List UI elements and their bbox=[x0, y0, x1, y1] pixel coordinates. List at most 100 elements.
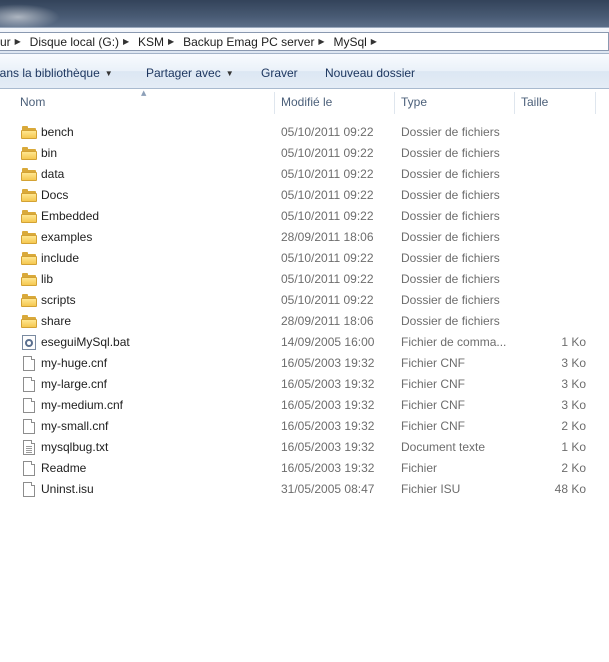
file-row[interactable]: lib 05/10/2011 09:22 Dossier de fichiers bbox=[0, 269, 609, 290]
breadcrumb-item-drive[interactable]: Disque local (G:) ▶ bbox=[30, 33, 138, 50]
folder-icon bbox=[21, 251, 37, 266]
file-row[interactable]: bench 05/10/2011 09:22 Dossier de fichiers bbox=[0, 122, 609, 143]
file-modified-date: 05/10/2011 09:22 bbox=[281, 167, 374, 181]
new-folder-button[interactable]: Nouveau dossier bbox=[325, 66, 415, 80]
file-name: mysqlbug.txt bbox=[41, 440, 109, 454]
file-row[interactable]: eseguiMySql.bat 14/09/2005 16:00 Fichier d… bbox=[0, 332, 609, 353]
file-row[interactable]: data 05/10/2011 09:22 Dossier de fichiers bbox=[0, 164, 609, 185]
folder-icon bbox=[21, 293, 37, 308]
file-modified-date: 16/05/2003 19:32 bbox=[281, 356, 375, 370]
file-type: Fichier CNF bbox=[401, 356, 466, 370]
file-name: my-small.cnf bbox=[41, 419, 109, 433]
file-type: Document texte bbox=[401, 440, 486, 454]
file-row[interactable]: examples 28/09/2011 18:06 Dossier de fichi… bbox=[0, 227, 609, 248]
column-divider[interactable] bbox=[595, 92, 596, 114]
file-modified-date: 16/05/2003 19:32 bbox=[281, 440, 375, 454]
column-name-header[interactable]: Nom bbox=[14, 89, 274, 116]
command-bar: lans la bibliothèque ▼ Partager avec ▼ Gra… bbox=[0, 54, 609, 89]
file-type: Fichier bbox=[401, 461, 438, 475]
file-name: examples bbox=[41, 230, 93, 244]
file-type: Dossier de fichiers bbox=[401, 188, 500, 202]
dropdown-arrow-icon: ▼ bbox=[225, 69, 234, 78]
breadcrumb-item-computer[interactable]: ur ▶ bbox=[0, 33, 30, 50]
file-modified-date: 16/05/2003 19:32 bbox=[281, 461, 375, 475]
chevron-right-icon[interactable]: ▶ bbox=[367, 37, 381, 46]
chevron-right-icon[interactable]: ▶ bbox=[164, 37, 178, 46]
file-name: my-huge.cnf bbox=[41, 356, 108, 370]
folder-icon bbox=[21, 314, 37, 329]
file-type: Fichier de comma... bbox=[401, 335, 507, 349]
breadcrumb-item-backup[interactable]: Backup Emag PC server ▶ bbox=[183, 33, 333, 50]
file-modified-date: 16/05/2003 19:32 bbox=[281, 419, 375, 433]
file-modified-date: 31/05/2005 08:47 bbox=[281, 482, 375, 496]
breadcrumb-label: Disque local (G:) bbox=[29, 34, 120, 49]
file-name: Embedded bbox=[41, 209, 100, 223]
file-row[interactable]: include 05/10/2011 09:22 Dossier de fichie… bbox=[0, 248, 609, 269]
burn-button[interactable]: Graver bbox=[261, 66, 298, 80]
file-row[interactable]: my-huge.cnf 16/05/2003 19:32 Fichier CNF 3 … bbox=[0, 353, 609, 374]
document-icon bbox=[21, 398, 37, 413]
file-name: Readme bbox=[41, 461, 87, 475]
file-size: 48 Ko bbox=[554, 482, 586, 496]
file-modified-date: 05/10/2011 09:22 bbox=[281, 188, 374, 202]
breadcrumb-item-ksm[interactable]: KSM ▶ bbox=[138, 33, 183, 50]
column-modified-header[interactable]: Modifié le bbox=[275, 89, 394, 116]
column-type-header[interactable]: Type bbox=[395, 89, 514, 116]
folder-icon bbox=[21, 209, 37, 224]
file-type: Dossier de fichiers bbox=[401, 230, 500, 244]
file-type: Dossier de fichiers bbox=[401, 146, 500, 160]
file-type: Dossier de fichiers bbox=[401, 314, 500, 328]
document-icon bbox=[21, 377, 37, 392]
text-document-icon bbox=[21, 440, 37, 455]
file-name: include bbox=[41, 251, 80, 265]
file-row[interactable]: scripts 05/10/2011 09:22 Dossier de fichie… bbox=[0, 290, 609, 311]
dropdown-arrow-icon: ▼ bbox=[104, 69, 113, 78]
file-type: Dossier de fichiers bbox=[401, 272, 500, 286]
folder-icon bbox=[21, 230, 37, 245]
file-modified-date: 16/05/2003 19:32 bbox=[281, 377, 375, 391]
file-type: Dossier de fichiers bbox=[401, 251, 500, 265]
column-size-header[interactable]: Taille bbox=[515, 89, 595, 116]
file-type: Fichier ISU bbox=[401, 482, 461, 496]
address-bar[interactable]: ur ▶ Disque local (G:) ▶ KSM ▶ Backup Em… bbox=[0, 27, 609, 54]
breadcrumb-item-mysql[interactable]: MySql ▶ bbox=[333, 33, 385, 50]
file-row[interactable]: mysqlbug.txt 16/05/2003 19:32 Document tex… bbox=[0, 437, 609, 458]
file-size: 1 Ko bbox=[561, 335, 586, 349]
document-icon bbox=[21, 356, 37, 371]
breadcrumb[interactable]: ur ▶ Disque local (G:) ▶ KSM ▶ Backup Em… bbox=[0, 32, 609, 51]
file-row[interactable]: my-small.cnf 16/05/2003 19:32 Fichier CNF 2… bbox=[0, 416, 609, 437]
file-name: share bbox=[41, 314, 72, 328]
file-name: my-medium.cnf bbox=[41, 398, 124, 412]
file-list: bench 05/10/2011 09:22 Dossier de fichiers… bbox=[0, 122, 609, 500]
file-type: Fichier CNF bbox=[401, 419, 466, 433]
file-row[interactable]: Readme 16/05/2003 19:32 Fichier 2 Ko bbox=[0, 458, 609, 479]
file-row[interactable]: Uninst.isu 31/05/2005 08:47 Fichier ISU 48 … bbox=[0, 479, 609, 500]
file-name: lib bbox=[41, 272, 54, 286]
chevron-right-icon[interactable]: ▶ bbox=[119, 37, 133, 46]
file-row[interactable]: share 28/09/2011 18:06 Dossier de fichiers bbox=[0, 311, 609, 332]
include-in-library-button[interactable]: lans la bibliothèque ▼ bbox=[0, 66, 113, 80]
chevron-right-icon[interactable]: ▶ bbox=[11, 37, 25, 46]
share-with-button[interactable]: Partager avec ▼ bbox=[146, 66, 234, 80]
file-row[interactable]: my-large.cnf 16/05/2003 19:32 Fichier CNF 3… bbox=[0, 374, 609, 395]
file-modified-date: 28/09/2011 18:06 bbox=[281, 314, 374, 328]
file-name: Uninst.isu bbox=[41, 482, 94, 496]
file-name: eseguiMySql.bat bbox=[41, 335, 130, 349]
file-row[interactable]: Docs 05/10/2011 09:22 Dossier de fichiers bbox=[0, 185, 609, 206]
chevron-right-icon[interactable]: ▶ bbox=[314, 37, 328, 46]
file-row[interactable]: Embedded 05/10/2011 09:22 Dossier de fichi… bbox=[0, 206, 609, 227]
breadcrumb-label: Backup Emag PC server bbox=[183, 34, 315, 49]
breadcrumb-label: KSM bbox=[138, 34, 165, 49]
file-modified-date: 05/10/2011 09:22 bbox=[281, 146, 374, 160]
column-header: ▲ Nom Modifié le Type Taille bbox=[0, 89, 609, 116]
document-icon bbox=[21, 482, 37, 497]
file-name: Docs bbox=[41, 188, 69, 202]
folder-icon bbox=[21, 188, 37, 203]
file-row[interactable]: my-medium.cnf 16/05/2003 19:32 Fichier CNF… bbox=[0, 395, 609, 416]
document-icon bbox=[21, 461, 37, 476]
file-row[interactable]: bin 05/10/2011 09:22 Dossier de fichiers bbox=[0, 143, 609, 164]
file-size: 2 Ko bbox=[561, 461, 586, 475]
batch-file-icon bbox=[21, 335, 37, 350]
file-type: Fichier CNF bbox=[401, 398, 466, 412]
file-type: Fichier CNF bbox=[401, 377, 466, 391]
